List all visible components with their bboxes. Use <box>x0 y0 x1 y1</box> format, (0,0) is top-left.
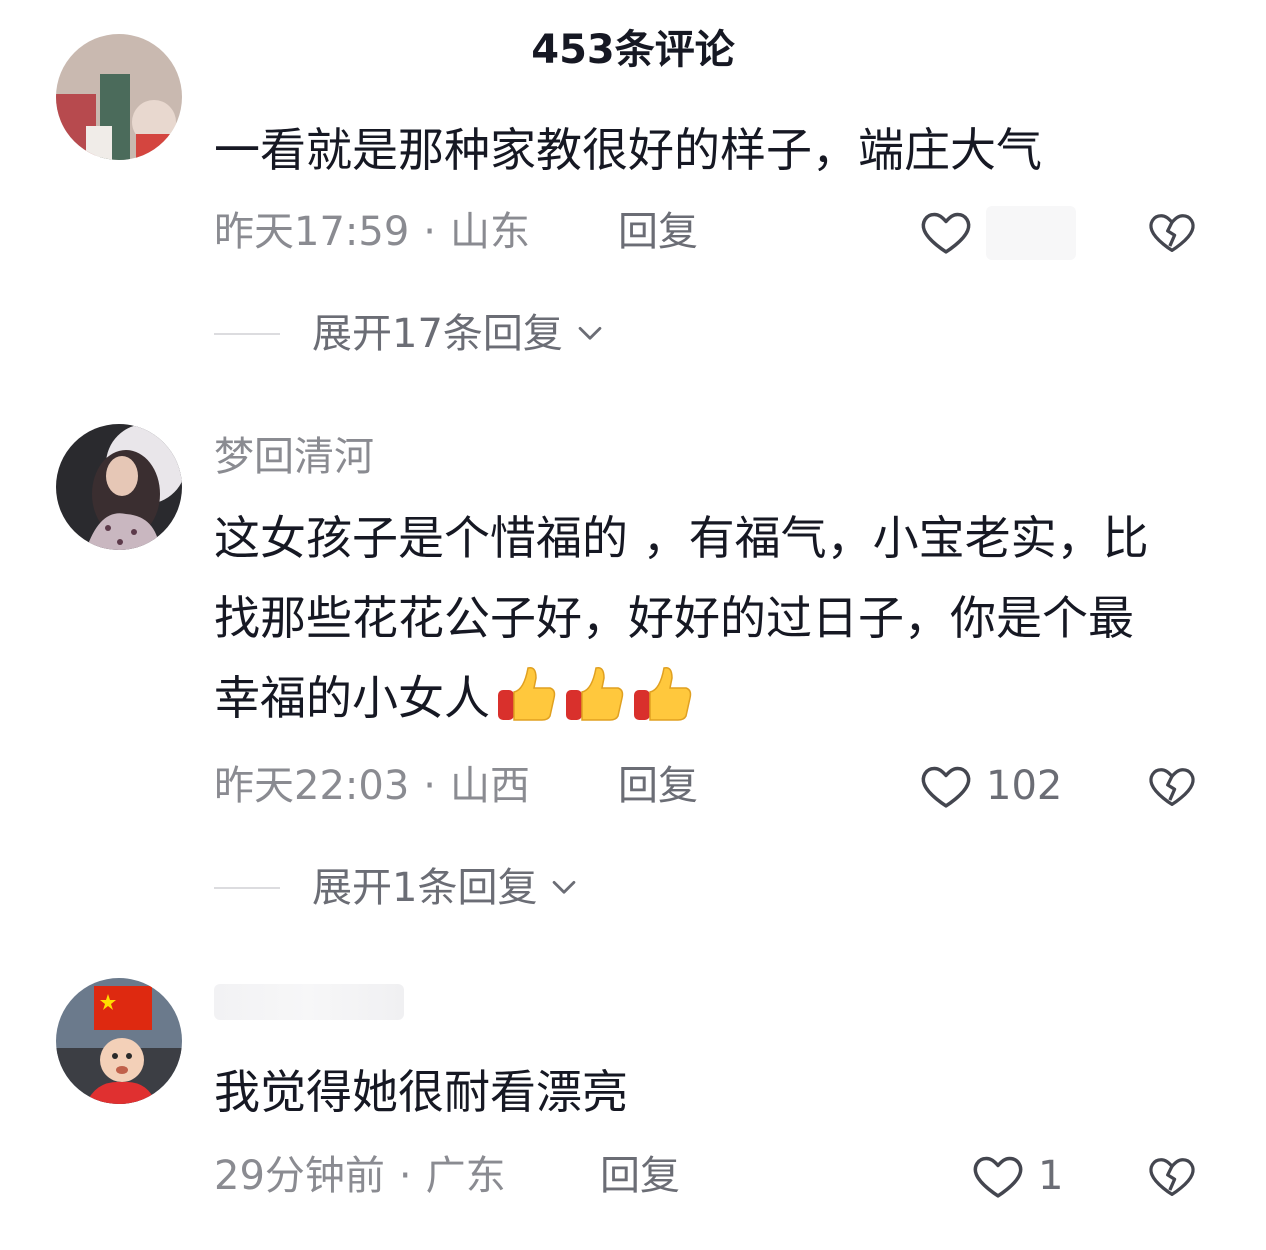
username[interactable] <box>214 984 404 1020</box>
expand-divider <box>214 887 280 889</box>
heart-outline-icon <box>973 1156 1023 1198</box>
meta-separator: · <box>423 763 436 809</box>
like-button[interactable]: 102 <box>918 758 1062 814</box>
comment-text: 一看就是那种家教很好的样子，端庄大气 <box>214 123 1042 177</box>
thumbs-up-emoji <box>634 666 692 721</box>
broken-heart-icon[interactable] <box>1146 206 1198 258</box>
meta-separator: · <box>398 1153 412 1199</box>
avatar[interactable] <box>56 978 182 1104</box>
broken-heart-icon[interactable] <box>1146 760 1198 812</box>
broken-heart-icon[interactable] <box>1146 1150 1198 1202</box>
comment-text: 这女孩子是个惜福的 ，有福气，小宝老实，比找那些花花公子好，好好的过日子，你是个… <box>214 498 1174 748</box>
chevron-down-icon <box>553 880 576 894</box>
comment-meta: 29分钟前 · 广东 回复 <box>214 1148 680 1204</box>
comment-location: 广东 <box>425 1153 506 1199</box>
avatar[interactable] <box>56 34 182 160</box>
hidden-like-count <box>986 206 1076 260</box>
like-button[interactable]: 1 <box>970 1148 1063 1204</box>
expand-replies-button[interactable]: 展开17条回复 <box>214 306 607 362</box>
meta-separator: · <box>423 209 436 255</box>
expand-replies-label: 展开1条回复 <box>312 865 538 911</box>
expand-replies-button[interactable]: 展开1条回复 <box>214 860 581 916</box>
comments-count-title: 453条评论 <box>531 27 735 73</box>
expand-replies-label: 展开17条回复 <box>312 311 563 357</box>
reply-button[interactable]: 回复 <box>618 758 698 814</box>
comment-meta: 昨天17:59 · 山东 回复 <box>214 204 698 260</box>
comment-meta: 昨天22:03 · 山西 回复 <box>214 758 698 814</box>
chevron-down-icon <box>578 326 602 340</box>
username[interactable]: 梦回清河 <box>214 430 374 484</box>
reply-button[interactable]: 回复 <box>618 204 698 260</box>
avatar[interactable] <box>56 424 182 550</box>
heart-outline-icon <box>921 212 971 254</box>
reply-button[interactable]: 回复 <box>600 1148 680 1204</box>
like-button[interactable] <box>918 204 974 260</box>
thumbs-up-emojis <box>490 660 694 748</box>
comment-time: 昨天17:59 <box>214 209 410 255</box>
comment-time: 昨天22:03 <box>214 763 410 809</box>
comment-location: 山西 <box>450 763 530 809</box>
thumbs-up-emoji <box>498 666 556 721</box>
comment-text: 我觉得她很耐看漂亮 <box>214 1065 628 1119</box>
comment-time: 29分钟前 <box>214 1153 385 1199</box>
thumbs-up-emoji <box>566 666 624 721</box>
like-count: 102 <box>986 763 1063 809</box>
comment-location: 山东 <box>450 209 530 255</box>
like-count: 1 <box>1038 1153 1064 1199</box>
heart-outline-icon <box>921 766 971 808</box>
expand-divider <box>214 333 280 335</box>
